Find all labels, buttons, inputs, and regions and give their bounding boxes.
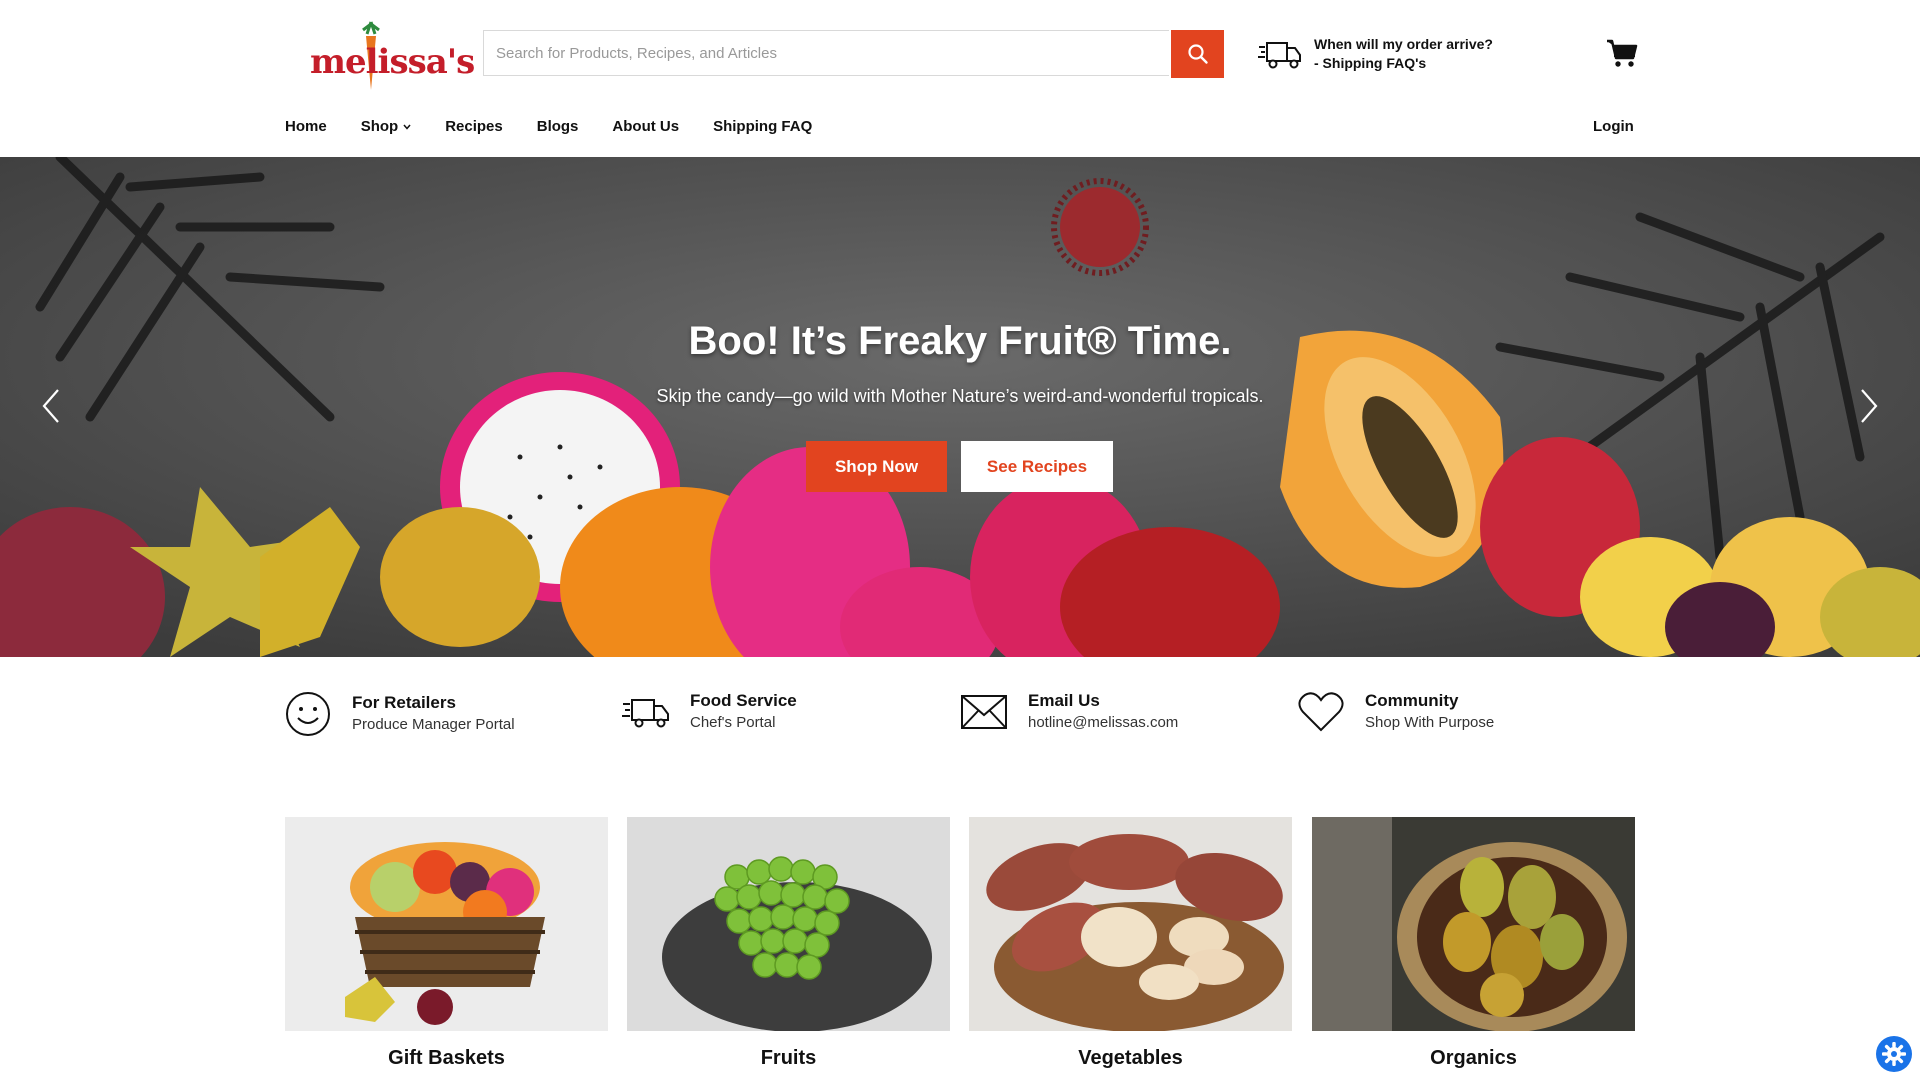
shipping-text: When will my order arrive? - Shipping FA… (1314, 35, 1493, 73)
gift-baskets-image (285, 817, 608, 1031)
hero-buttons: Shop Now See Recipes (806, 441, 1113, 492)
hero-subtitle: Skip the candy—go wild with Mother Natur… (656, 386, 1264, 406)
carousel-next-button[interactable] (1858, 387, 1880, 430)
info-food-service-subtitle: Chef's Portal (690, 714, 776, 731)
settings-button[interactable] (1876, 1036, 1912, 1072)
chevron-left-icon (42, 389, 59, 423)
hero-image (0, 157, 1920, 657)
login-link[interactable]: Login (1593, 118, 1634, 135)
shipping-faq-link[interactable]: When will my order arrive? - Shipping FA… (1258, 34, 1493, 74)
search-input[interactable] (483, 30, 1169, 76)
main-nav: Home Shop Recipes Blogs About Us Shippin… (285, 118, 846, 135)
heart-icon (1298, 692, 1344, 732)
info-food-service[interactable]: Food Service Chef's Portal (622, 690, 797, 734)
search-bar (483, 30, 1224, 78)
vegetables-image (969, 817, 1292, 1031)
chevron-down-icon (403, 124, 411, 130)
category-fruits[interactable]: Fruits (627, 817, 950, 1070)
nav-blogs[interactable]: Blogs (537, 118, 579, 135)
info-email[interactable]: Email Us hotline@melissas.com (960, 690, 1178, 734)
info-community-subtitle: Shop With Purpose (1365, 714, 1495, 731)
info-email-subtitle: hotline@melissas.com (1028, 714, 1179, 731)
shipping-line-2: - Shipping FAQ's (1314, 55, 1427, 71)
delivery-truck-icon (1258, 42, 1301, 69)
category-label: Organics (1430, 1047, 1517, 1069)
nav-shop[interactable]: Shop (361, 118, 412, 135)
gear-icon (1882, 1042, 1906, 1066)
category-vegetables[interactable]: Vegetables (969, 817, 1292, 1070)
site-header: melissa's When will my order arrive? - S… (0, 0, 1920, 157)
info-community-title: Community (1365, 691, 1459, 710)
search-button[interactable] (1171, 30, 1224, 78)
nav-recipes[interactable]: Recipes (445, 118, 503, 135)
smiley-icon (286, 692, 330, 736)
nav-recipes-label: Recipes (445, 118, 503, 135)
cart-button[interactable] (1606, 38, 1638, 75)
category-gift-baskets[interactable]: Gift Baskets (285, 817, 608, 1070)
hero-banner: Boo! It’s Freaky Fruit® Time. Skip the c… (0, 157, 1920, 657)
info-retailers-subtitle: Produce Manager Portal (352, 716, 515, 733)
info-retailers[interactable]: For Retailers Produce Manager Portal (284, 690, 515, 738)
nav-home[interactable]: Home (285, 118, 327, 135)
fruits-image (627, 817, 950, 1031)
category-label: Gift Baskets (388, 1047, 505, 1069)
logo-wordmark: melissa's (310, 42, 475, 82)
nav-shop-label: Shop (360, 118, 399, 135)
cart-icon (1607, 39, 1638, 67)
envelope-icon (961, 695, 1007, 729)
nav-about-us[interactable]: About Us (612, 118, 679, 135)
nav-about-label: About Us (612, 118, 680, 135)
info-food-service-title: Food Service (690, 691, 797, 710)
carousel-prev-button[interactable] (40, 387, 62, 430)
delivery-truck-icon (622, 699, 669, 728)
nav-blogs-label: Blogs (536, 118, 579, 135)
hero-title: Boo! It’s Freaky Fruit® Time. (688, 319, 1232, 363)
chevron-right-icon (1861, 389, 1878, 423)
organics-image (1312, 817, 1635, 1031)
info-community[interactable]: Community Shop With Purpose (1297, 690, 1494, 734)
search-icon (1187, 44, 1208, 64)
nav-shipping-label: Shipping FAQ (713, 118, 813, 135)
info-email-title: Email Us (1028, 691, 1100, 710)
nav-shipping-faq[interactable]: Shipping FAQ (713, 118, 812, 135)
melissas-logo[interactable]: melissa's (310, 20, 475, 92)
see-recipes-button[interactable]: See Recipes (961, 441, 1113, 492)
info-retailers-title: For Retailers (352, 693, 456, 712)
category-label: Fruits (760, 1047, 817, 1069)
shop-now-button[interactable]: Shop Now (806, 441, 947, 492)
category-organics[interactable]: Organics (1312, 817, 1635, 1070)
nav-home-label: Home (285, 118, 327, 135)
category-label: Vegetables (1078, 1047, 1183, 1069)
shipping-line-1: When will my order arrive? (1314, 36, 1493, 52)
